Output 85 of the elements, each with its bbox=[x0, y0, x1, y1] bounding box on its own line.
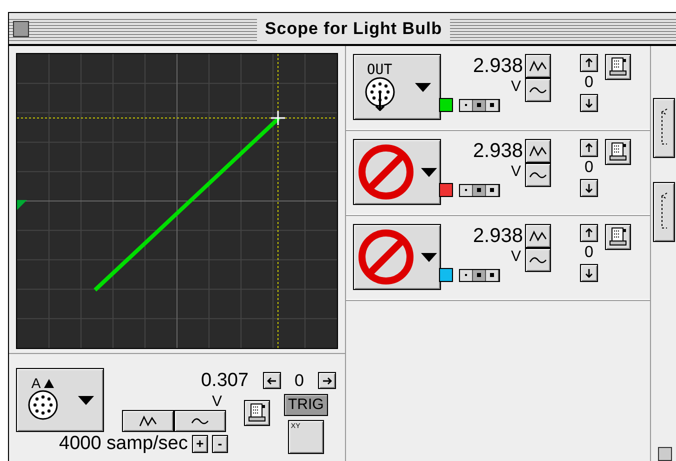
mode-segment[interactable] bbox=[460, 270, 473, 280]
probe-select-button[interactable]: A bbox=[16, 368, 104, 432]
zigzag-wave-icon bbox=[139, 414, 157, 426]
triangle-up-icon bbox=[44, 378, 54, 388]
zigzag-wave-icon bbox=[529, 60, 547, 72]
arrow-up-icon bbox=[583, 142, 595, 154]
prohibited-icon bbox=[358, 229, 414, 285]
channel-color-swatch[interactable] bbox=[439, 98, 453, 112]
arrow-down-icon bbox=[583, 267, 595, 279]
mode-segment[interactable] bbox=[473, 184, 486, 196]
mode-segment[interactable] bbox=[486, 100, 499, 110]
channel-color-swatch[interactable] bbox=[439, 268, 453, 282]
printer-button[interactable] bbox=[605, 139, 631, 165]
timebase-offset: 0 bbox=[294, 370, 304, 392]
prohibited-icon bbox=[358, 144, 414, 200]
arrow-up-icon bbox=[583, 57, 595, 69]
connector-icon bbox=[364, 77, 396, 111]
channel-unit: V bbox=[510, 248, 521, 266]
printer-icon bbox=[608, 227, 628, 247]
timebase-unit: V bbox=[212, 394, 222, 410]
dropdown-caret-icon bbox=[414, 82, 430, 92]
zigzag-wave-icon bbox=[529, 145, 547, 157]
channel-source-button[interactable] bbox=[353, 224, 441, 290]
dropdown-caret-icon bbox=[420, 252, 436, 262]
printer-icon bbox=[247, 402, 267, 422]
dc-coupling-button[interactable] bbox=[525, 163, 551, 187]
channel-color-swatch[interactable] bbox=[439, 183, 453, 197]
dropdown-caret-icon bbox=[420, 168, 436, 176]
offset-up-button[interactable] bbox=[580, 139, 598, 157]
offset-down-button[interactable] bbox=[580, 264, 598, 282]
sample-rate: 4000 samp/sec bbox=[59, 432, 188, 456]
timebase-value: 0.307 bbox=[200, 370, 249, 392]
channel-offset: 0 bbox=[584, 243, 594, 263]
output-label: OUT bbox=[366, 63, 392, 77]
mode-segment[interactable] bbox=[460, 184, 473, 196]
shift-right-button[interactable] bbox=[318, 372, 336, 390]
ac-coupling-button[interactable] bbox=[525, 224, 551, 248]
channel-value: 2.938 bbox=[472, 54, 523, 78]
printer-icon bbox=[608, 142, 628, 162]
offset-down-button[interactable] bbox=[580, 179, 598, 197]
offset-up-button[interactable] bbox=[580, 224, 598, 242]
channel-source-button[interactable] bbox=[353, 139, 441, 205]
rate-decrease-button[interactable]: - bbox=[212, 434, 228, 453]
channel-value: 2.938 bbox=[472, 224, 523, 248]
trigger-button[interactable]: TRIG bbox=[284, 394, 328, 416]
printer-button[interactable] bbox=[244, 400, 270, 426]
dropdown-caret-icon bbox=[78, 396, 94, 404]
resize-box[interactable] bbox=[658, 447, 672, 461]
rate-increase-button[interactable]: + bbox=[192, 434, 208, 453]
mode-segment[interactable] bbox=[473, 270, 486, 280]
channel-offset: 0 bbox=[584, 73, 594, 93]
channel-value: 2.938 bbox=[472, 139, 523, 163]
arrow-down-icon bbox=[583, 97, 595, 109]
display-mode-selector[interactable] bbox=[459, 268, 500, 282]
channel-unit: V bbox=[510, 163, 521, 181]
offset-down-button[interactable] bbox=[580, 94, 598, 112]
arrow-right-icon bbox=[321, 374, 333, 387]
mode-segment[interactable] bbox=[460, 100, 473, 110]
mode-segment[interactable] bbox=[486, 270, 499, 280]
probe-label: A bbox=[31, 376, 41, 390]
display-mode-selector[interactable] bbox=[459, 184, 500, 196]
zoom-out-wave-button[interactable] bbox=[122, 410, 174, 432]
display-mode-selector[interactable] bbox=[459, 98, 500, 112]
printer-button[interactable] bbox=[605, 54, 631, 80]
printer-button[interactable] bbox=[605, 224, 631, 250]
ac-coupling-button[interactable] bbox=[525, 139, 551, 163]
channel-link-button[interactable] bbox=[652, 182, 674, 242]
ac-coupling-button[interactable] bbox=[525, 54, 551, 78]
channel-unit: V bbox=[510, 78, 521, 96]
offset-up-button[interactable] bbox=[580, 54, 598, 72]
channel-link-button[interactable] bbox=[652, 98, 674, 158]
channel-offset: 0 bbox=[584, 158, 594, 178]
arrow-left-icon bbox=[266, 374, 278, 387]
arrow-down-icon bbox=[583, 182, 595, 194]
zoom-in-wave-button[interactable] bbox=[174, 410, 226, 432]
zigzag-wave-icon bbox=[529, 230, 547, 242]
printer-icon bbox=[608, 57, 628, 77]
shift-left-button[interactable] bbox=[262, 372, 281, 390]
channel-source-button[interactable]: OUT bbox=[353, 54, 441, 120]
arrow-up-icon bbox=[583, 227, 595, 239]
dc-coupling-button[interactable] bbox=[525, 248, 551, 272]
mode-segment[interactable] bbox=[486, 184, 499, 196]
close-box[interactable] bbox=[13, 20, 29, 36]
dc-coupling-button[interactable] bbox=[525, 78, 551, 102]
mode-segment[interactable] bbox=[473, 100, 486, 110]
